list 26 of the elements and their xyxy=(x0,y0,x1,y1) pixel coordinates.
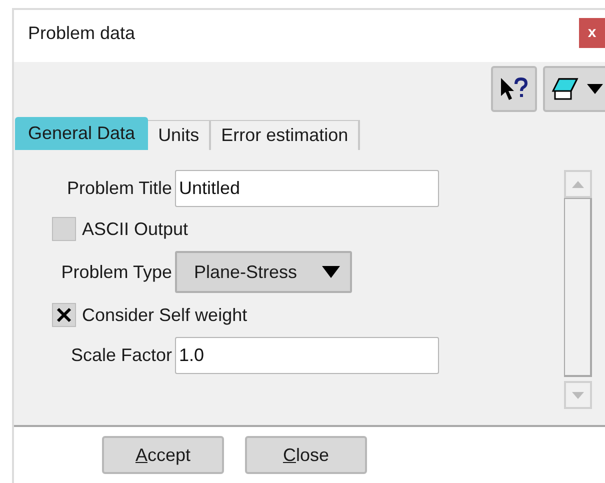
scroll-down-icon xyxy=(572,392,584,398)
help-pointer-icon xyxy=(499,76,529,102)
notebook-dropdown-button[interactable] xyxy=(543,66,605,112)
cross-mark-icon xyxy=(56,307,72,323)
help-button[interactable] xyxy=(491,66,537,112)
checkbox-label: ASCII Output xyxy=(82,218,188,241)
text-field[interactable]: Untitled xyxy=(175,170,439,207)
tab[interactable]: Error estimation xyxy=(211,120,360,150)
checkbox-label: Consider Self weight xyxy=(82,304,248,327)
dialog-button[interactable]: Close xyxy=(245,436,367,474)
text-field[interactable]: 1.0 xyxy=(175,337,439,374)
caret-icon xyxy=(322,266,340,278)
scroll-up-icon xyxy=(572,180,584,188)
scrollbar[interactable] xyxy=(564,170,592,409)
checkbox[interactable] xyxy=(52,303,76,327)
dropdown[interactable]: Plane-Stress xyxy=(175,251,352,293)
window-title: Problem data xyxy=(28,22,136,44)
window-close-button[interactable]: x xyxy=(579,18,605,48)
field-label: Problem Type xyxy=(60,260,173,284)
tab[interactable]: Units xyxy=(148,120,212,150)
dialog-button[interactable]: Accept xyxy=(102,436,224,474)
field-label: Scale Factor xyxy=(70,344,173,367)
caret-icon xyxy=(587,84,603,94)
checkbox[interactable] xyxy=(52,217,76,241)
field-label: Problem Title xyxy=(66,177,173,200)
tab[interactable]: General Data xyxy=(15,117,148,150)
